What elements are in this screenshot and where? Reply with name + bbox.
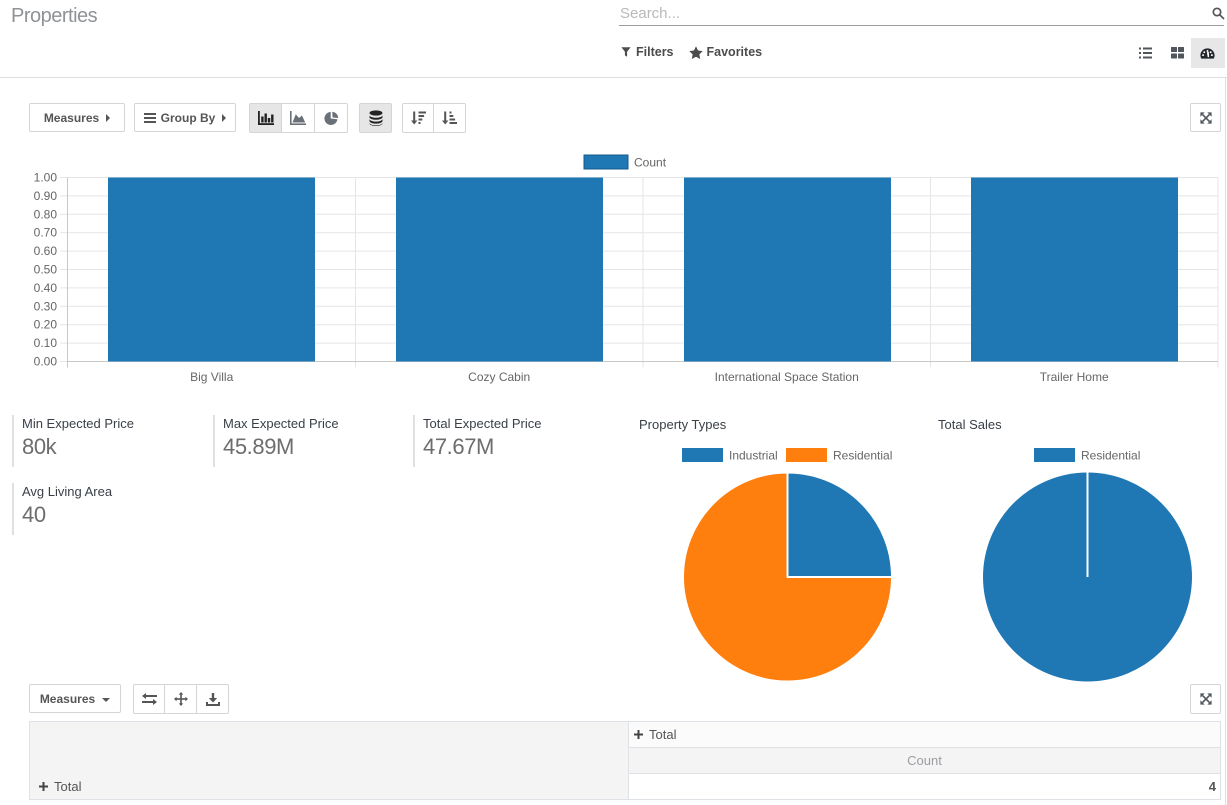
svg-text:0.10: 0.10 — [34, 336, 58, 350]
svg-text:0.30: 0.30 — [34, 299, 58, 313]
svg-text:1.00: 1.00 — [34, 171, 58, 185]
svg-text:Industrial: Industrial — [729, 449, 778, 463]
svg-text:0.00: 0.00 — [34, 355, 58, 369]
svg-text:Count: Count — [634, 156, 667, 170]
svg-text:Trailer Home: Trailer Home — [1040, 370, 1109, 384]
svg-text:0.70: 0.70 — [34, 226, 58, 240]
svg-text:0.60: 0.60 — [34, 244, 58, 258]
svg-text:Big Villa: Big Villa — [190, 370, 233, 384]
svg-text:Cozy Cabin: Cozy Cabin — [468, 370, 530, 384]
svg-text:0.50: 0.50 — [34, 263, 58, 277]
svg-text:0.40: 0.40 — [34, 281, 58, 295]
svg-text:0.20: 0.20 — [34, 318, 58, 332]
svg-text:Residential: Residential — [833, 449, 892, 463]
svg-text:0.90: 0.90 — [34, 189, 58, 203]
svg-text:Residential: Residential — [1081, 449, 1140, 463]
svg-text:0.80: 0.80 — [34, 207, 58, 221]
svg-text:International Space Station: International Space Station — [715, 370, 859, 384]
